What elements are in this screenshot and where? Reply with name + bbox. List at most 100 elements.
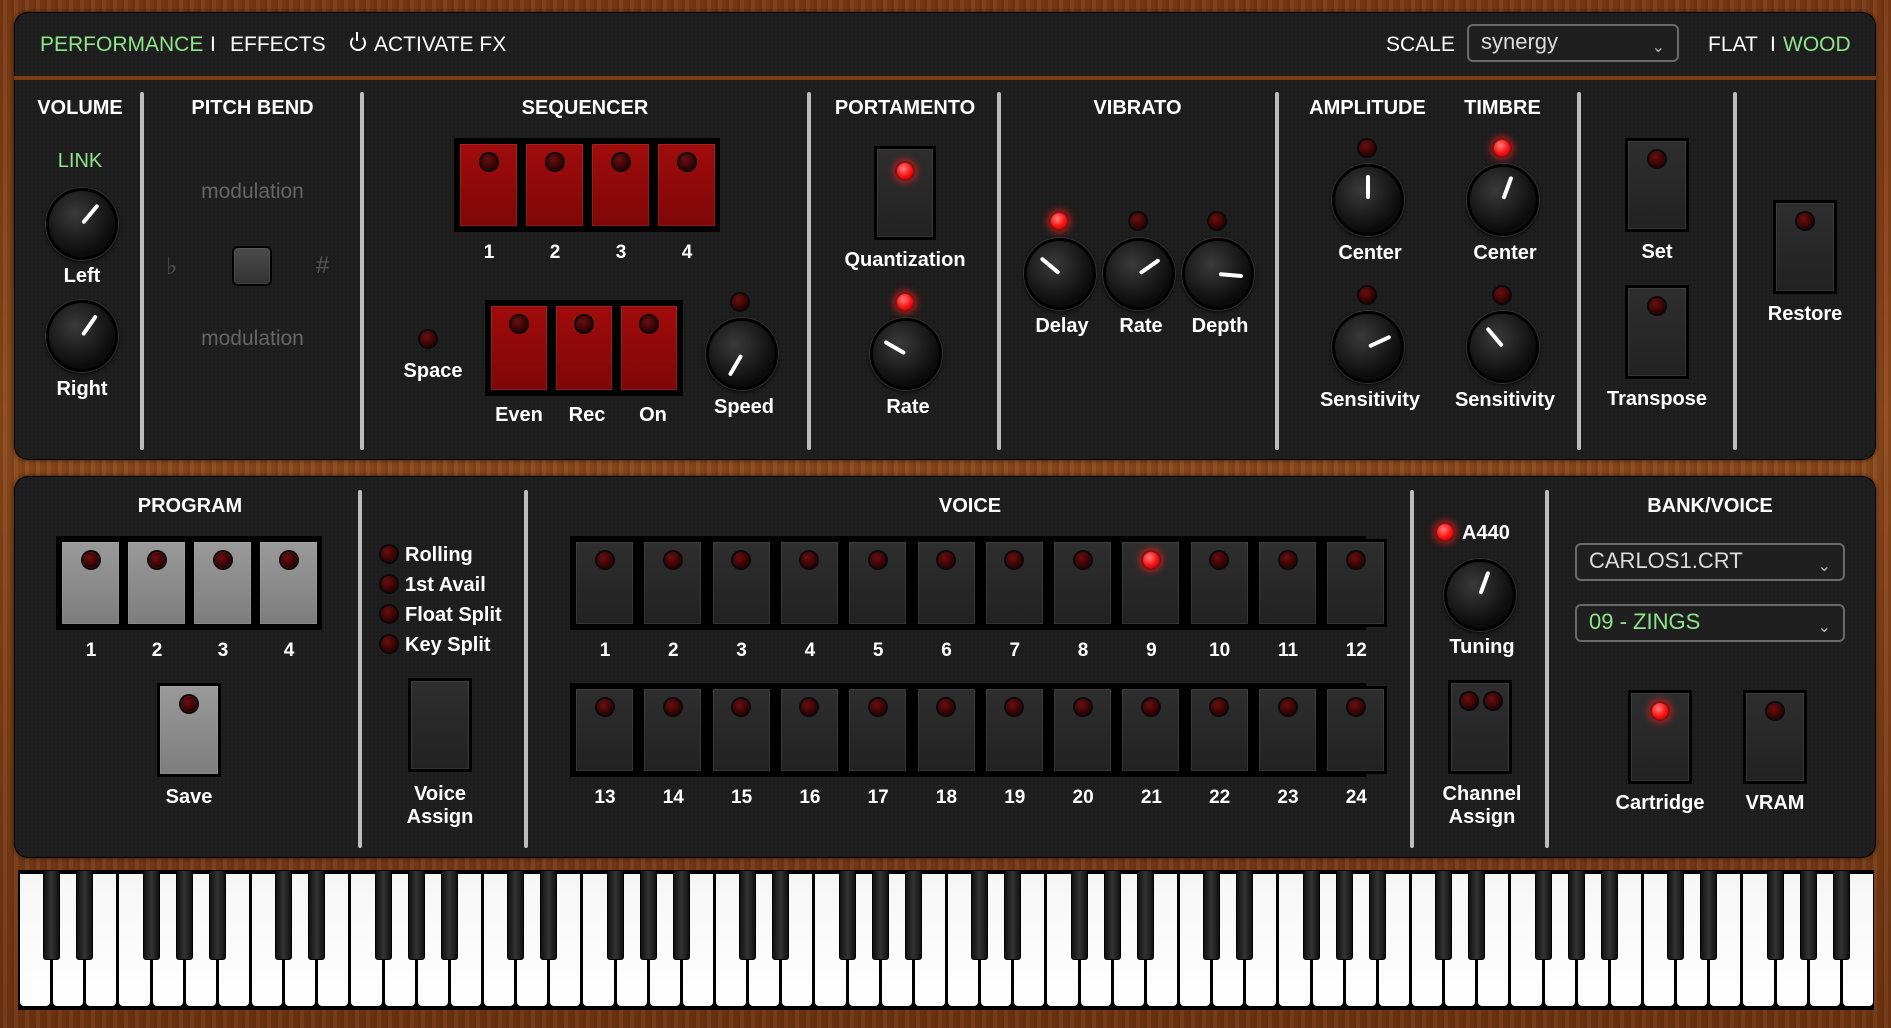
mode-rolling-label[interactable]: Rolling xyxy=(405,544,473,567)
black-key[interactable] xyxy=(1766,870,1784,960)
activate-fx-button[interactable]: ACTIVATE FX xyxy=(350,32,506,57)
black-key[interactable] xyxy=(208,870,226,960)
volume-link[interactable]: LINK xyxy=(20,150,140,173)
speed-knob[interactable] xyxy=(706,318,778,390)
seq-step-4[interactable] xyxy=(655,141,718,229)
volume-right-knob[interactable] xyxy=(46,300,118,372)
voice-button-15[interactable] xyxy=(709,686,773,774)
save-button[interactable] xyxy=(157,683,221,777)
program-button-4[interactable] xyxy=(257,539,320,627)
black-key[interactable] xyxy=(175,870,193,960)
tab-effects[interactable]: EFFECTS xyxy=(230,33,326,57)
voice-button-11[interactable] xyxy=(1256,539,1319,627)
amp-center-knob[interactable] xyxy=(1332,164,1404,236)
black-key[interactable] xyxy=(838,870,856,960)
amp-sensitivity-knob[interactable] xyxy=(1332,311,1404,383)
voice-button-21[interactable] xyxy=(1119,686,1183,774)
voice-button-9[interactable] xyxy=(1119,539,1183,627)
black-key[interactable] xyxy=(772,870,790,960)
black-key[interactable] xyxy=(1070,870,1088,960)
black-key[interactable] xyxy=(1236,870,1254,960)
black-key[interactable] xyxy=(43,870,61,960)
seq-rec-button[interactable] xyxy=(553,303,615,393)
timbre-center-knob[interactable] xyxy=(1467,164,1539,236)
restore-button[interactable] xyxy=(1773,200,1837,294)
piano-keyboard[interactable] xyxy=(18,870,1874,1010)
black-key[interactable] xyxy=(1667,870,1685,960)
voice-button-1[interactable] xyxy=(573,539,636,627)
voice-button-13[interactable] xyxy=(573,686,636,774)
vibrato-delay-knob[interactable] xyxy=(1024,238,1096,310)
voice-button-2[interactable] xyxy=(641,539,705,627)
voice-button-17[interactable] xyxy=(846,686,910,774)
black-key[interactable] xyxy=(507,870,525,960)
cartridge-button[interactable] xyxy=(1628,690,1692,784)
black-key[interactable] xyxy=(739,870,757,960)
black-key[interactable] xyxy=(1600,870,1618,960)
vram-button[interactable] xyxy=(1743,690,1807,784)
black-key[interactable] xyxy=(1468,870,1486,960)
set-button[interactable] xyxy=(1625,138,1689,232)
seq-step-2[interactable] xyxy=(523,141,586,229)
vibrato-depth-knob[interactable] xyxy=(1182,238,1254,310)
black-key[interactable] xyxy=(1435,870,1453,960)
vibrato-rate-knob[interactable] xyxy=(1103,238,1175,310)
black-key[interactable] xyxy=(1368,870,1386,960)
black-key[interactable] xyxy=(1302,870,1320,960)
black-key[interactable] xyxy=(1103,870,1121,960)
skin-wood[interactable]: WOOD xyxy=(1783,33,1851,57)
black-key[interactable] xyxy=(1832,870,1850,960)
black-key[interactable] xyxy=(407,870,425,960)
channel-assign-button[interactable] xyxy=(1448,680,1512,774)
voice-button-16[interactable] xyxy=(777,686,841,774)
black-key[interactable] xyxy=(1203,870,1221,960)
transpose-button[interactable] xyxy=(1625,285,1689,379)
black-key[interactable] xyxy=(904,870,922,960)
seq-step-3[interactable] xyxy=(589,141,652,229)
black-key[interactable] xyxy=(1335,870,1353,960)
black-key[interactable] xyxy=(871,870,889,960)
voice-button-19[interactable] xyxy=(982,686,1046,774)
mode-float-split-led[interactable] xyxy=(381,606,397,622)
mode-key-split-label[interactable]: Key Split xyxy=(405,634,491,657)
quantization-button[interactable] xyxy=(874,146,936,240)
voice-button-3[interactable] xyxy=(709,539,773,627)
seq-on-button[interactable] xyxy=(618,303,680,393)
black-key[interactable] xyxy=(1534,870,1552,960)
voice-button-24[interactable] xyxy=(1324,686,1388,774)
seq-step-1[interactable] xyxy=(457,141,520,229)
portamento-rate-knob[interactable] xyxy=(870,318,942,390)
black-key[interactable] xyxy=(374,870,392,960)
voice-button-5[interactable] xyxy=(846,539,910,627)
program-button-3[interactable] xyxy=(191,539,254,627)
voice-assign-button[interactable] xyxy=(408,678,472,772)
seq-even-button[interactable] xyxy=(488,303,550,393)
voice-button-12[interactable] xyxy=(1324,539,1388,627)
tab-performance[interactable]: PERFORMANCE xyxy=(40,33,203,57)
mode-1st-avail-led[interactable] xyxy=(381,576,397,592)
voice-button-14[interactable] xyxy=(641,686,705,774)
black-key[interactable] xyxy=(1700,870,1718,960)
pitch-bend-handle[interactable] xyxy=(232,246,272,286)
black-key[interactable] xyxy=(672,870,690,960)
black-key[interactable] xyxy=(1136,870,1154,960)
bank-select[interactable]: CARLOS1.CRT ⌄ xyxy=(1575,543,1845,581)
scale-select[interactable]: synergy ⌄ xyxy=(1467,24,1679,62)
voice-button-18[interactable] xyxy=(914,686,978,774)
voice-button-23[interactable] xyxy=(1256,686,1319,774)
voice-button-7[interactable] xyxy=(982,539,1046,627)
voice-button-20[interactable] xyxy=(1051,686,1115,774)
black-key[interactable] xyxy=(308,870,326,960)
voice-select[interactable]: 09 - ZINGS ⌄ xyxy=(1575,604,1845,642)
mode-float-split-label[interactable]: Float Split xyxy=(405,604,502,627)
space-led[interactable] xyxy=(420,331,436,347)
black-key[interactable] xyxy=(76,870,94,960)
skin-flat[interactable]: FLAT xyxy=(1708,33,1758,57)
a440-led[interactable] xyxy=(1437,524,1453,540)
tuning-knob[interactable] xyxy=(1444,559,1516,631)
black-key[interactable] xyxy=(1567,870,1585,960)
mode-1st-avail-label[interactable]: 1st Avail xyxy=(405,574,486,597)
volume-left-knob[interactable] xyxy=(46,188,118,260)
black-key[interactable] xyxy=(971,870,989,960)
black-key[interactable] xyxy=(606,870,624,960)
